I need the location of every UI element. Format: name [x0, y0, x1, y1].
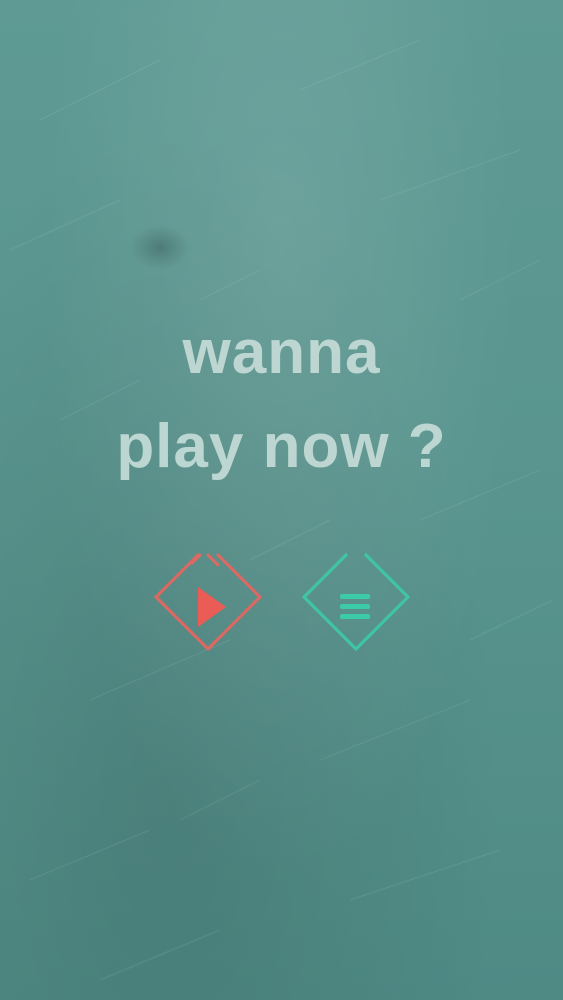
- headline-line-1: wanna: [182, 318, 381, 387]
- headline-line-2: play now ?: [116, 412, 447, 481]
- chalk-scratches: [9, 39, 554, 981]
- chalk-smudge: [130, 225, 190, 270]
- chalkboard-background: [0, 0, 563, 1000]
- play-icon: [154, 553, 262, 651]
- play-button[interactable]: [148, 547, 268, 667]
- menu-button[interactable]: [296, 547, 416, 667]
- menu-icon: [302, 553, 410, 651]
